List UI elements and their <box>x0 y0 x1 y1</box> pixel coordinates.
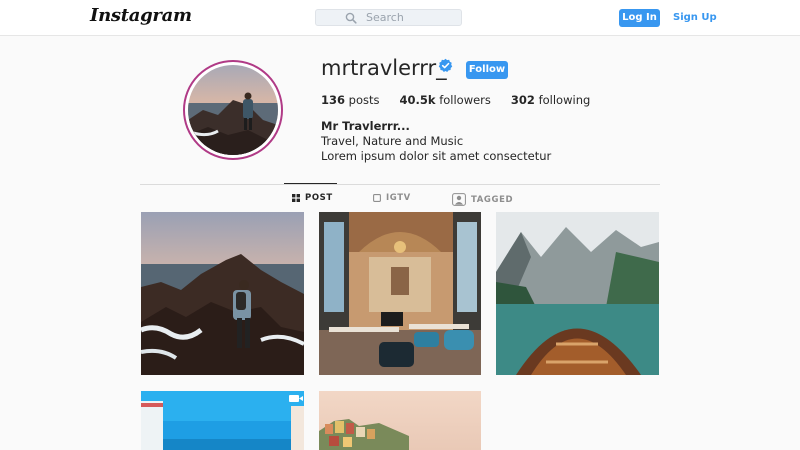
search-box[interactable] <box>315 9 462 26</box>
profile-bio-line-1: Travel, Nature and Music <box>321 134 464 148</box>
follow-button[interactable]: Follow <box>466 61 508 79</box>
followers-count: 40.5k <box>399 93 436 107</box>
grid-icon <box>292 194 300 202</box>
followers-label: followers <box>439 93 491 107</box>
profile-username: mrtravlerrr_ <box>321 56 447 80</box>
posts-count: 136 <box>321 93 346 107</box>
post-thumbnail-sea-video[interactable] <box>141 391 304 450</box>
posts-stat: 136 posts <box>321 93 380 107</box>
following-stat[interactable]: 302 following <box>511 93 590 107</box>
post-thumbnail-village[interactable] <box>319 391 481 450</box>
top-navbar: Instagram Log In Sign Up <box>0 0 800 36</box>
active-tab-indicator <box>284 183 337 184</box>
search-icon <box>345 12 357 24</box>
following-count: 302 <box>510 93 535 107</box>
post-thumbnail-office[interactable] <box>319 212 481 375</box>
tab-igtv-label: IGTV <box>386 193 411 203</box>
instagram-logo[interactable]: Instagram <box>90 5 192 26</box>
signup-link[interactable]: Sign Up <box>673 10 717 26</box>
tab-igtv[interactable]: IGTV <box>373 193 411 203</box>
profile-stats: 136 posts 40.5k followers 302 following <box>321 93 610 107</box>
tab-tagged[interactable]: TAGGED <box>452 193 513 206</box>
following-label: following <box>538 93 591 107</box>
tab-tagged-label: TAGGED <box>471 194 514 205</box>
avatar <box>188 65 278 155</box>
post-thumbnail-coast-hiker[interactable] <box>141 212 304 375</box>
tab-post-label: POST <box>305 193 333 203</box>
followers-stat[interactable]: 40.5k followers <box>400 93 491 107</box>
tab-post[interactable]: POST <box>292 193 333 203</box>
tagged-user-icon <box>452 193 466 206</box>
posts-label: posts <box>348 93 380 107</box>
login-button[interactable]: Log In <box>619 9 660 27</box>
verified-badge-icon <box>438 58 453 72</box>
tv-icon <box>373 194 381 202</box>
search-input[interactable] <box>366 10 456 25</box>
profile-full-name: Mr Travlerrr... <box>321 119 410 133</box>
profile-avatar-ring[interactable] <box>183 60 283 160</box>
profile-tabs-divider <box>140 184 660 185</box>
post-thumbnail-lake-boat[interactable] <box>496 212 659 375</box>
profile-bio-line-2: Lorem ipsum dolor sit amet consectetur <box>321 149 552 163</box>
